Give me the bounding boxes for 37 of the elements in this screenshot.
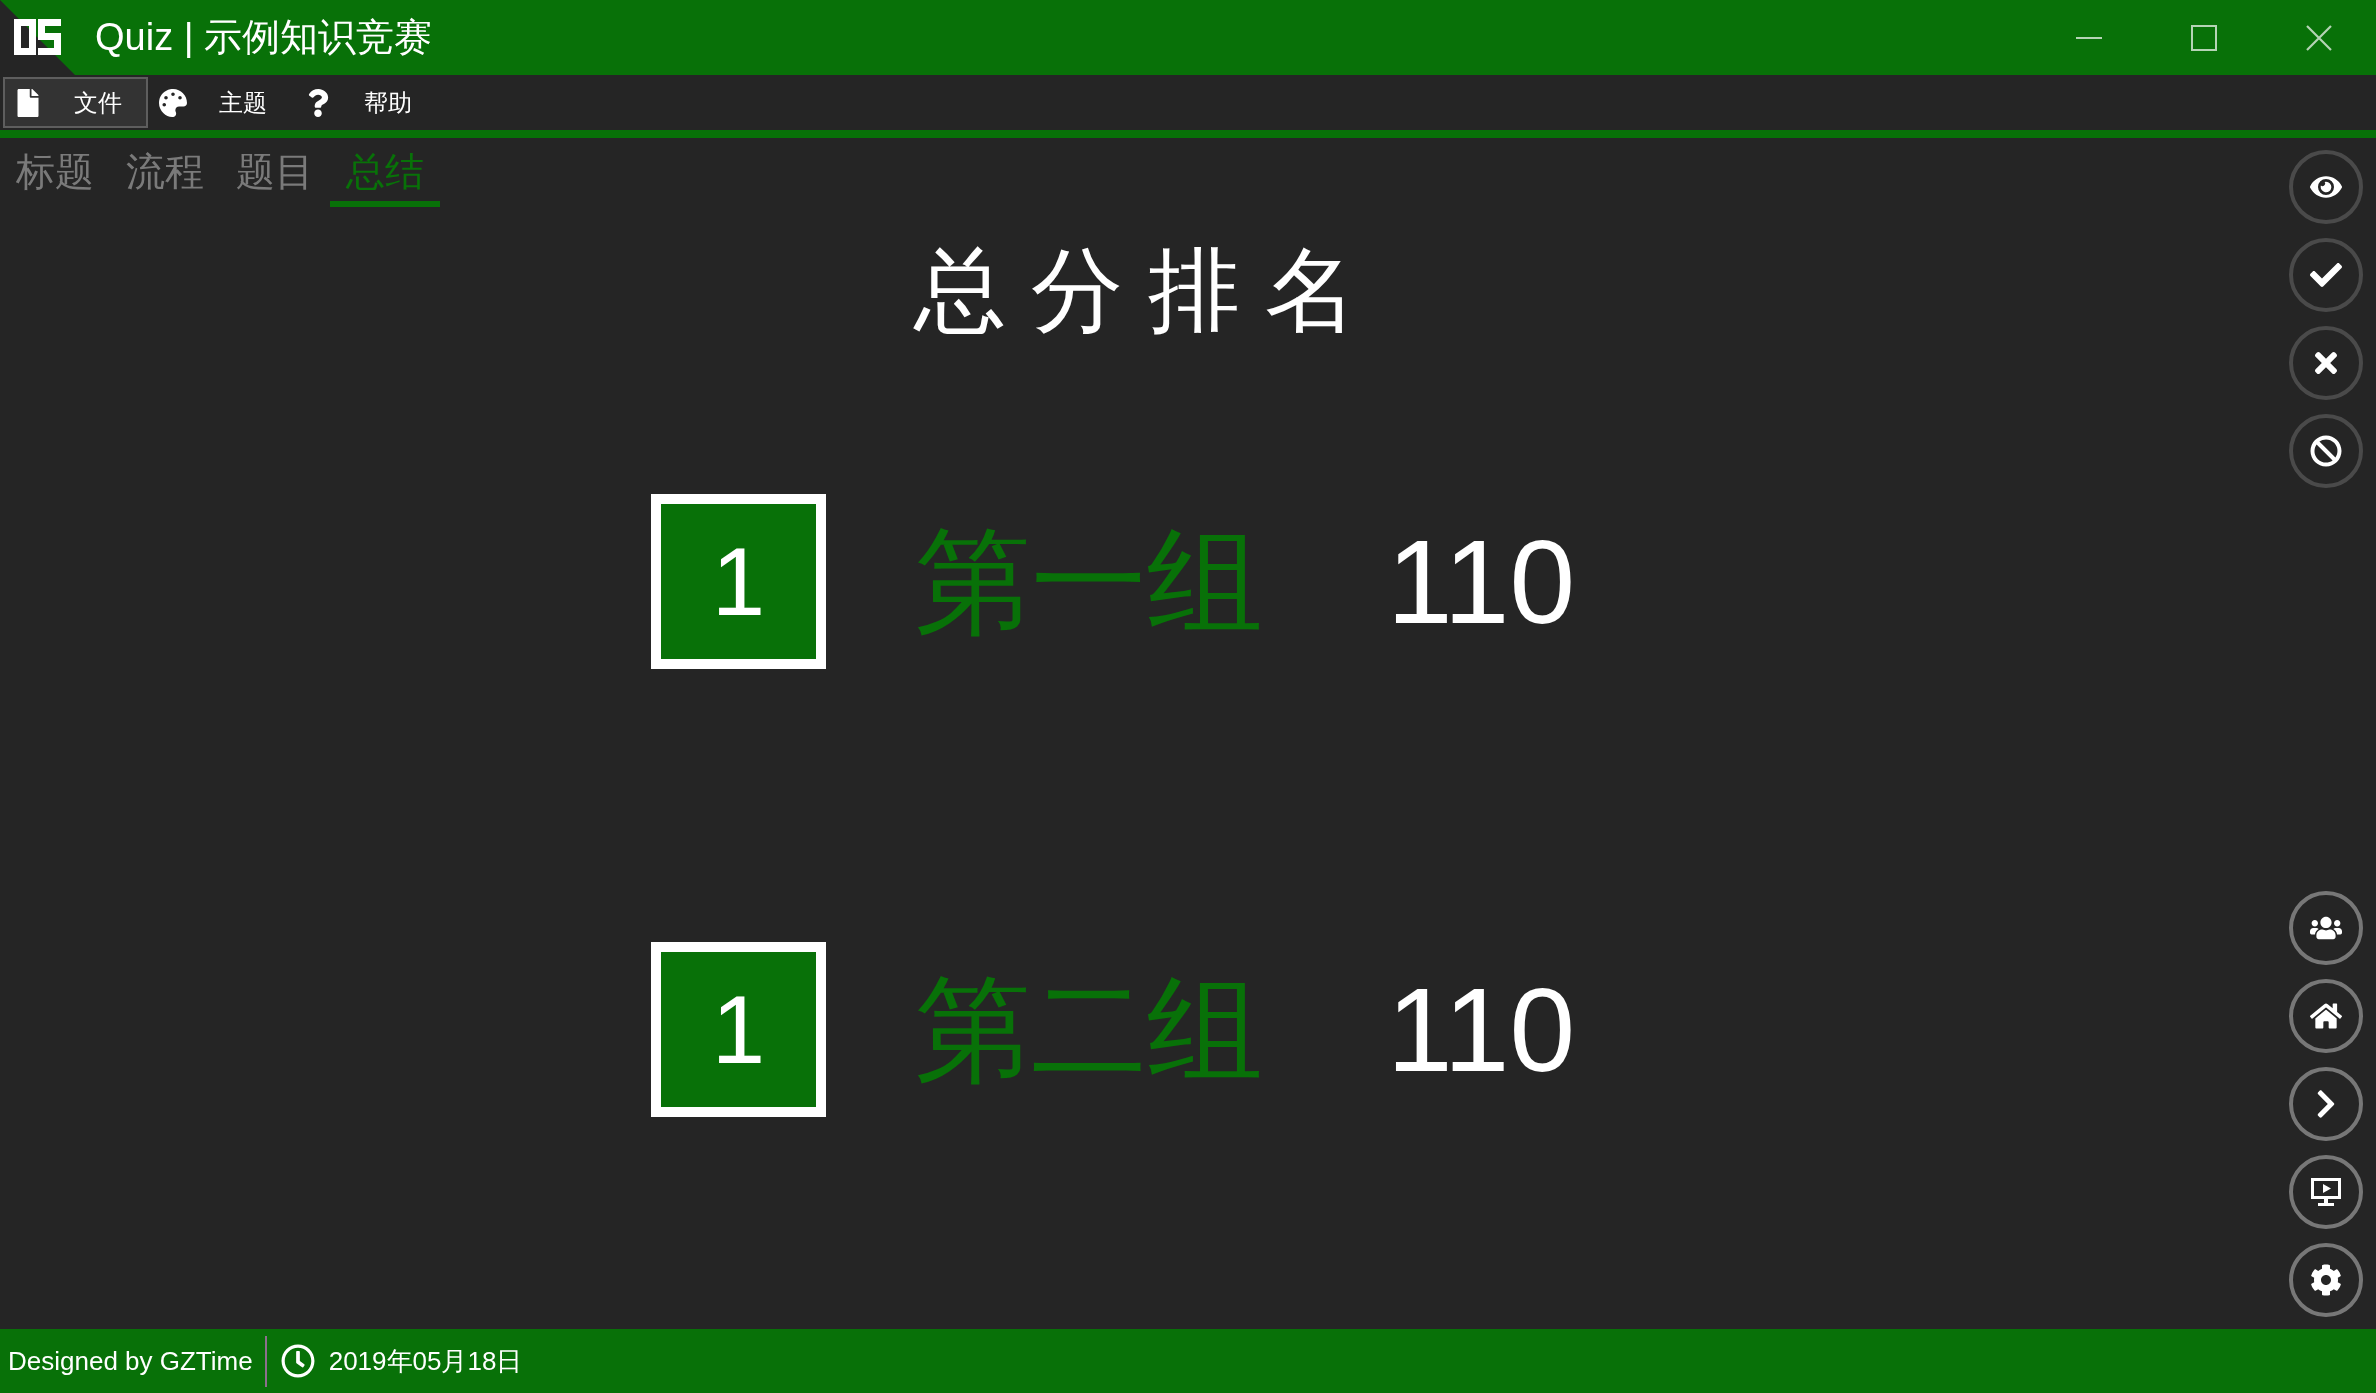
settings-icon bbox=[2310, 1264, 2342, 1296]
menu-item[interactable]: 文件 bbox=[3, 77, 148, 128]
home-button[interactable] bbox=[2289, 979, 2363, 1053]
clock-icon bbox=[280, 1344, 315, 1378]
tab[interactable]: 题目 bbox=[220, 138, 330, 207]
team-name: 第二组 bbox=[915, 971, 1263, 1088]
team-score: 110 bbox=[1387, 522, 1576, 641]
monitor-button[interactable] bbox=[2289, 1155, 2363, 1229]
tab[interactable]: 标题 bbox=[0, 138, 110, 207]
cross-button[interactable] bbox=[2289, 326, 2363, 400]
menu-label: 主题 bbox=[219, 87, 267, 119]
palette-icon bbox=[159, 88, 187, 117]
next-button[interactable] bbox=[2289, 1067, 2363, 1141]
rank-badge: 1 bbox=[651, 942, 826, 1118]
eye-button[interactable] bbox=[2289, 150, 2363, 224]
check-button[interactable] bbox=[2289, 238, 2363, 312]
users-button[interactable] bbox=[2289, 891, 2363, 965]
menu-item[interactable]: 帮助 bbox=[293, 77, 438, 128]
window-title: Quiz | 示例知识竞赛 bbox=[95, 14, 433, 60]
menu-item[interactable]: 主题 bbox=[148, 77, 293, 128]
ranking-title: 总分排名 bbox=[912, 240, 1382, 342]
maximize-icon bbox=[2190, 24, 2217, 51]
minimize-icon bbox=[2075, 36, 2102, 39]
close-icon bbox=[2305, 24, 2332, 51]
credit-text: Designed by GZTime bbox=[8, 1345, 253, 1377]
menu-label: 帮助 bbox=[364, 87, 412, 119]
date-text: 2019年05月18日 bbox=[328, 1344, 523, 1378]
settings-button[interactable] bbox=[2289, 1243, 2363, 1317]
ban-icon bbox=[2310, 435, 2342, 467]
ban-button[interactable] bbox=[2289, 414, 2363, 488]
monitor-play-icon bbox=[2310, 1176, 2342, 1208]
tab[interactable]: 流程 bbox=[110, 138, 220, 207]
tab[interactable]: 总结 bbox=[330, 138, 440, 207]
rank-badge: 1 bbox=[651, 494, 826, 670]
team-name: 第一组 bbox=[915, 523, 1263, 640]
menu-label: 文件 bbox=[74, 87, 122, 119]
team-score: 110 bbox=[1387, 970, 1576, 1089]
